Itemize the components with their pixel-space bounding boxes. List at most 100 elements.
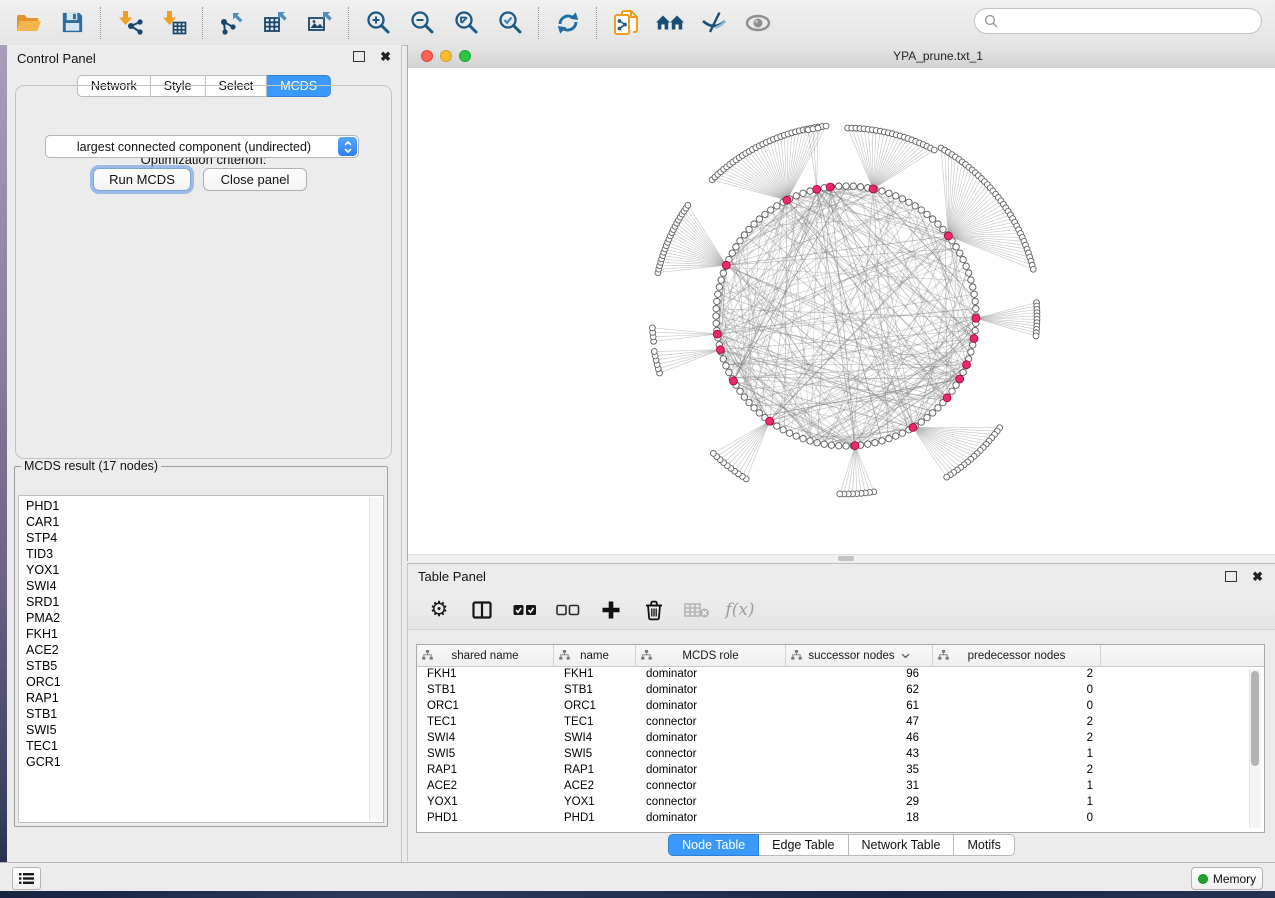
search-box[interactable] [974, 8, 1262, 34]
ring-node[interactable] [751, 405, 757, 411]
show-all-icon[interactable] [743, 8, 773, 38]
column-header-predecessor-nodes[interactable]: predecessor nodes [933, 645, 1101, 666]
table-row[interactable]: SWI5SWI5connector431 [417, 746, 1264, 762]
ring-node[interactable] [893, 193, 899, 199]
mcds-result-item[interactable]: SWI5 [21, 722, 369, 738]
ring-node[interactable] [918, 419, 924, 425]
table-settings-icon[interactable]: ⚙ [426, 597, 452, 623]
mcds-hub-node[interactable] [945, 232, 953, 240]
import-network-icon[interactable] [115, 8, 145, 38]
ring-node[interactable] [972, 298, 978, 304]
memory-button[interactable]: Memory [1191, 867, 1263, 890]
mcds-list-scrollbar[interactable] [369, 498, 382, 820]
mcds-result-item[interactable]: STB1 [21, 706, 369, 722]
mcds-hub-node[interactable] [851, 442, 859, 450]
ring-node[interactable] [814, 440, 820, 446]
mcds-result-item[interactable]: RAP1 [21, 690, 369, 706]
mcds-result-item[interactable]: TEC1 [21, 738, 369, 754]
mcds-result-item[interactable]: PHD1 [21, 498, 369, 514]
mcds-hub-node[interactable] [943, 394, 951, 402]
mcds-result-item[interactable]: PMA2 [21, 610, 369, 626]
mcds-result-item[interactable]: GCR1 [21, 754, 369, 770]
delete-table-icon[interactable] [684, 597, 710, 623]
column-header-shared-name[interactable]: shared name [417, 645, 554, 666]
open-file-icon[interactable] [13, 8, 43, 38]
mcds-hub-node[interactable] [826, 183, 834, 191]
table-row[interactable]: FKH1FKH1dominator962 [417, 666, 1264, 682]
ring-node[interactable] [970, 284, 976, 290]
leaf-node[interactable] [1030, 266, 1036, 272]
mcds-result-item[interactable]: FKH1 [21, 626, 369, 642]
ring-node[interactable] [756, 410, 762, 416]
ring-node[interactable] [713, 320, 719, 326]
ring-node[interactable] [726, 369, 732, 375]
ring-node[interactable] [751, 221, 757, 227]
ring-node[interactable] [857, 184, 863, 190]
mcds-result-item[interactable]: STP4 [21, 530, 369, 546]
ring-node[interactable] [836, 443, 842, 449]
leaf-node[interactable] [837, 491, 843, 497]
mcds-result-item[interactable]: STB5 [21, 658, 369, 674]
network-window-titlebar[interactable]: YPA_prune.txt_1 [408, 45, 1275, 69]
close-panel-button[interactable]: Close panel [203, 168, 307, 191]
mcds-hub-node[interactable] [813, 185, 821, 193]
leaf-node[interactable] [823, 123, 829, 129]
ring-node[interactable] [780, 427, 786, 433]
close-window-icon[interactable] [421, 50, 433, 62]
add-row-icon[interactable] [598, 597, 624, 623]
ring-node[interactable] [879, 438, 885, 444]
ring-node[interactable] [843, 183, 849, 189]
mcds-result-item[interactable]: CAR1 [21, 514, 369, 530]
leaf-node[interactable] [1033, 333, 1039, 339]
ring-node[interactable] [893, 433, 899, 439]
ring-node[interactable] [929, 410, 935, 416]
table-row[interactable]: YOX1YOX1connector291 [417, 794, 1264, 810]
leaf-node[interactable] [815, 125, 821, 131]
leaf-node[interactable] [710, 450, 716, 456]
mcds-result-item[interactable]: YOX1 [21, 562, 369, 578]
mcds-hub-node[interactable] [970, 335, 978, 343]
ring-node[interactable] [737, 388, 743, 394]
duplicate-network-icon[interactable] [611, 8, 641, 38]
leaf-node[interactable] [649, 325, 655, 331]
ring-node[interactable] [786, 430, 792, 436]
maximize-window-icon[interactable] [459, 50, 471, 62]
float-panel-icon[interactable] [353, 51, 365, 62]
ring-node[interactable] [715, 291, 721, 297]
leaf-node[interactable] [651, 349, 657, 355]
ring-node[interactable] [963, 263, 969, 269]
show-columns-icon[interactable] [469, 597, 495, 623]
ring-node[interactable] [957, 250, 963, 256]
tab-network-table[interactable]: Network Table [849, 834, 955, 856]
column-header-successor-nodes[interactable]: successor nodes [786, 645, 933, 666]
ring-node[interactable] [793, 193, 799, 199]
ring-node[interactable] [968, 349, 974, 355]
ring-node[interactable] [972, 327, 978, 333]
first-neighbors-icon[interactable] [655, 8, 685, 38]
table-row[interactable]: TEC1TEC1connector472 [417, 714, 1264, 730]
zoom-in-icon[interactable] [363, 8, 393, 38]
mcds-result-item[interactable]: ORC1 [21, 674, 369, 690]
mcds-result-item[interactable]: SRD1 [21, 594, 369, 610]
ring-node[interactable] [807, 438, 813, 444]
ring-node[interactable] [886, 190, 892, 196]
close-panel-icon[interactable]: ✖ [1252, 572, 1263, 582]
ring-node[interactable] [899, 196, 905, 202]
network-hscrollbar[interactable] [408, 554, 1275, 562]
ring-node[interactable] [879, 188, 885, 194]
ring-node[interactable] [714, 298, 720, 304]
import-table-icon[interactable] [159, 8, 189, 38]
export-network-icon[interactable] [217, 8, 247, 38]
ring-node[interactable] [723, 363, 729, 369]
ring-node[interactable] [906, 199, 912, 205]
ring-node[interactable] [793, 433, 799, 439]
ring-node[interactable] [821, 441, 827, 447]
function-builder-icon[interactable]: f(x) [727, 597, 753, 623]
run-mcds-button[interactable]: Run MCDS [93, 168, 191, 191]
ring-node[interactable] [899, 430, 905, 436]
table-row[interactable]: SWI4SWI4dominator462 [417, 730, 1264, 746]
ring-node[interactable] [741, 394, 747, 400]
ring-node[interactable] [886, 436, 892, 442]
save-session-icon[interactable] [57, 8, 87, 38]
mcds-result-item[interactable]: ACE2 [21, 642, 369, 658]
